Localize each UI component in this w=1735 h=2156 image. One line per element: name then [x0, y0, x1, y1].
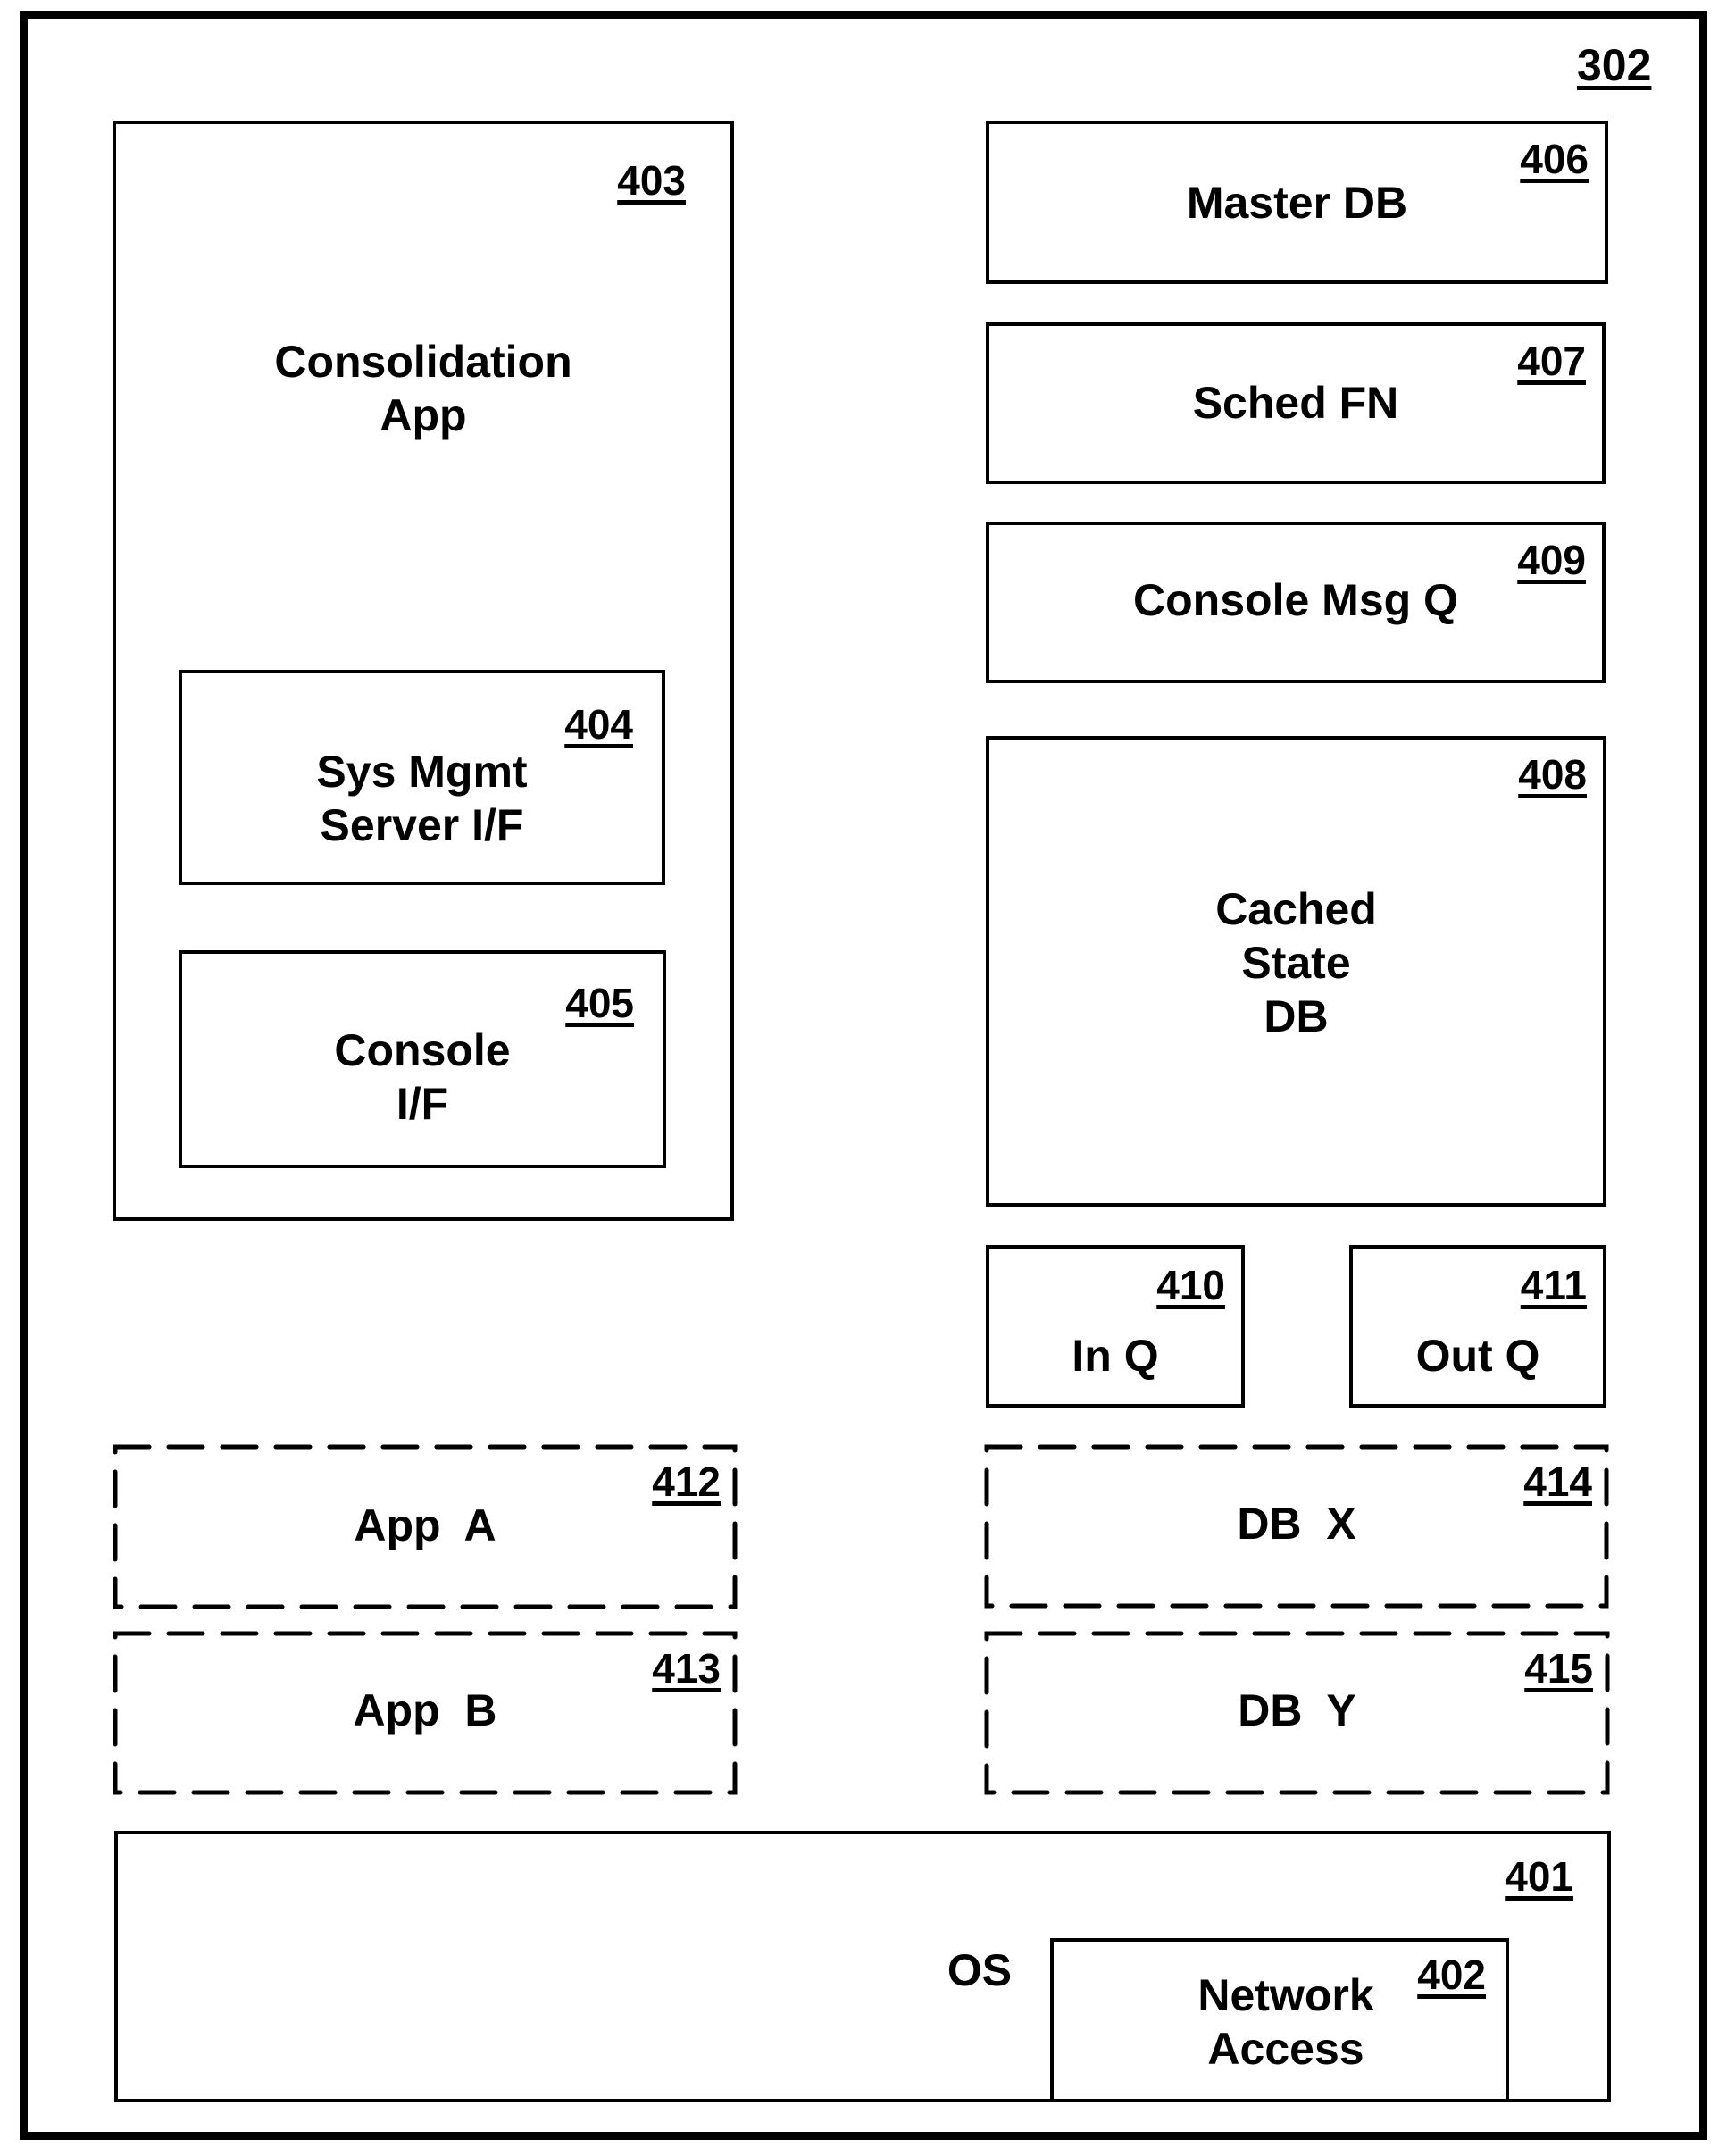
sys-mgmt-server-if-ref: 404	[564, 701, 633, 748]
sys-mgmt-server-if-label-line-1: Sys Mgmt	[316, 747, 528, 797]
sched-fn-box[interactable]: 407 Sched FN	[986, 322, 1606, 484]
network-access-label-line-2: Access	[1207, 2024, 1364, 2074]
db-y-box[interactable]: 415 DB Y	[984, 1631, 1610, 1795]
consolidation-app-ref: 403	[617, 157, 686, 204]
app-a-box[interactable]: 412 App A	[113, 1444, 738, 1609]
db-x-label: DB X	[1237, 1499, 1356, 1549]
app-a-label: App A	[354, 1500, 496, 1550]
out-q-box[interactable]: 411 Out Q	[1349, 1245, 1606, 1408]
app-a-ref: 412	[652, 1458, 721, 1505]
sys-mgmt-server-if-label-line-2: Server I/F	[320, 800, 524, 850]
system-ref-number: 302	[1577, 40, 1652, 90]
console-if-label-line-1: Console	[334, 1025, 511, 1075]
master-db-label: Master DB	[1186, 178, 1408, 228]
network-access-label-line-1: Network	[1197, 1970, 1374, 2020]
console-msg-q-box[interactable]: 409 Console Msg Q	[986, 522, 1606, 683]
console-if-ref: 405	[565, 980, 634, 1026]
diagram-canvas: 302 403 Consolidation App 404 Sys Mgmt S…	[0, 0, 1735, 2156]
out-q-ref: 411	[1520, 1262, 1587, 1308]
app-b-box[interactable]: 413 App B	[113, 1631, 738, 1795]
in-q-ref: 410	[1156, 1262, 1225, 1308]
consolidation-app-label-line-2: App	[380, 390, 467, 440]
in-q-box[interactable]: 410 In Q	[986, 1245, 1245, 1408]
db-x-box[interactable]: 414 DB X	[984, 1444, 1609, 1609]
console-msg-q-label: Console Msg Q	[1133, 575, 1458, 625]
out-q-label: Out Q	[1415, 1331, 1540, 1381]
master-db-ref: 406	[1520, 136, 1589, 182]
in-q-label: In Q	[1072, 1331, 1159, 1381]
db-y-label: DB Y	[1238, 1685, 1356, 1735]
sys-mgmt-server-if-box[interactable]: 404 Sys Mgmt Server I/F	[179, 670, 665, 885]
sched-fn-label: Sched FN	[1192, 378, 1399, 428]
cached-state-db-label-line-2: State	[1241, 938, 1351, 988]
console-if-label-line-2: I/F	[396, 1079, 449, 1129]
consolidation-app-label-line-1: Consolidation	[274, 337, 572, 387]
cached-state-db-label-line-3: DB	[1264, 991, 1329, 1041]
os-ref: 401	[1505, 1853, 1573, 1900]
console-if-box[interactable]: 405 Console I/F	[179, 950, 666, 1168]
cached-state-db-ref: 408	[1518, 751, 1587, 798]
master-db-box[interactable]: 406 Master DB	[986, 121, 1608, 284]
network-access-box[interactable]: 402 Network Access	[1050, 1938, 1509, 2102]
app-b-label: App B	[353, 1685, 497, 1735]
cached-state-db-box[interactable]: 408 Cached State DB	[986, 736, 1606, 1207]
cached-state-db-label-line-1: Cached	[1215, 884, 1377, 934]
